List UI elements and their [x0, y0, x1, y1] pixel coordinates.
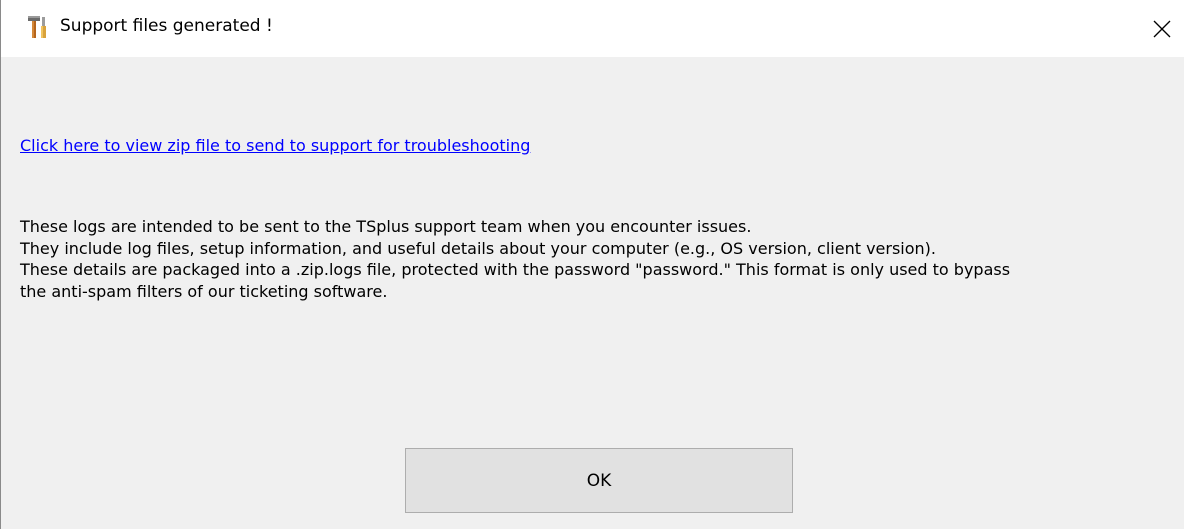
- view-zip-file-link[interactable]: Click here to view zip file to send to s…: [20, 136, 530, 155]
- close-icon: [1153, 20, 1171, 38]
- dialog-content: Click here to view zip file to send to s…: [1, 57, 1184, 529]
- info-line: They include log files, setup informatio…: [20, 238, 936, 258]
- info-line: These logs are intended to be sent to th…: [20, 217, 752, 236]
- close-button[interactable]: [1138, 0, 1184, 57]
- info-line: These details are packaged into a .zip.l…: [20, 260, 1011, 279]
- tools-icon: [25, 14, 51, 40]
- window-title: Support files generated !: [60, 16, 273, 36]
- info-text: These logs are intended to be sent to th…: [20, 216, 1170, 302]
- support-files-dialog: Support files generated ! Click here to …: [0, 0, 1184, 529]
- title-bar[interactable]: Support files generated !: [1, 0, 1184, 57]
- info-line: the anti-spam filters of our ticketing s…: [20, 281, 388, 301]
- ok-button[interactable]: OK: [405, 448, 793, 513]
